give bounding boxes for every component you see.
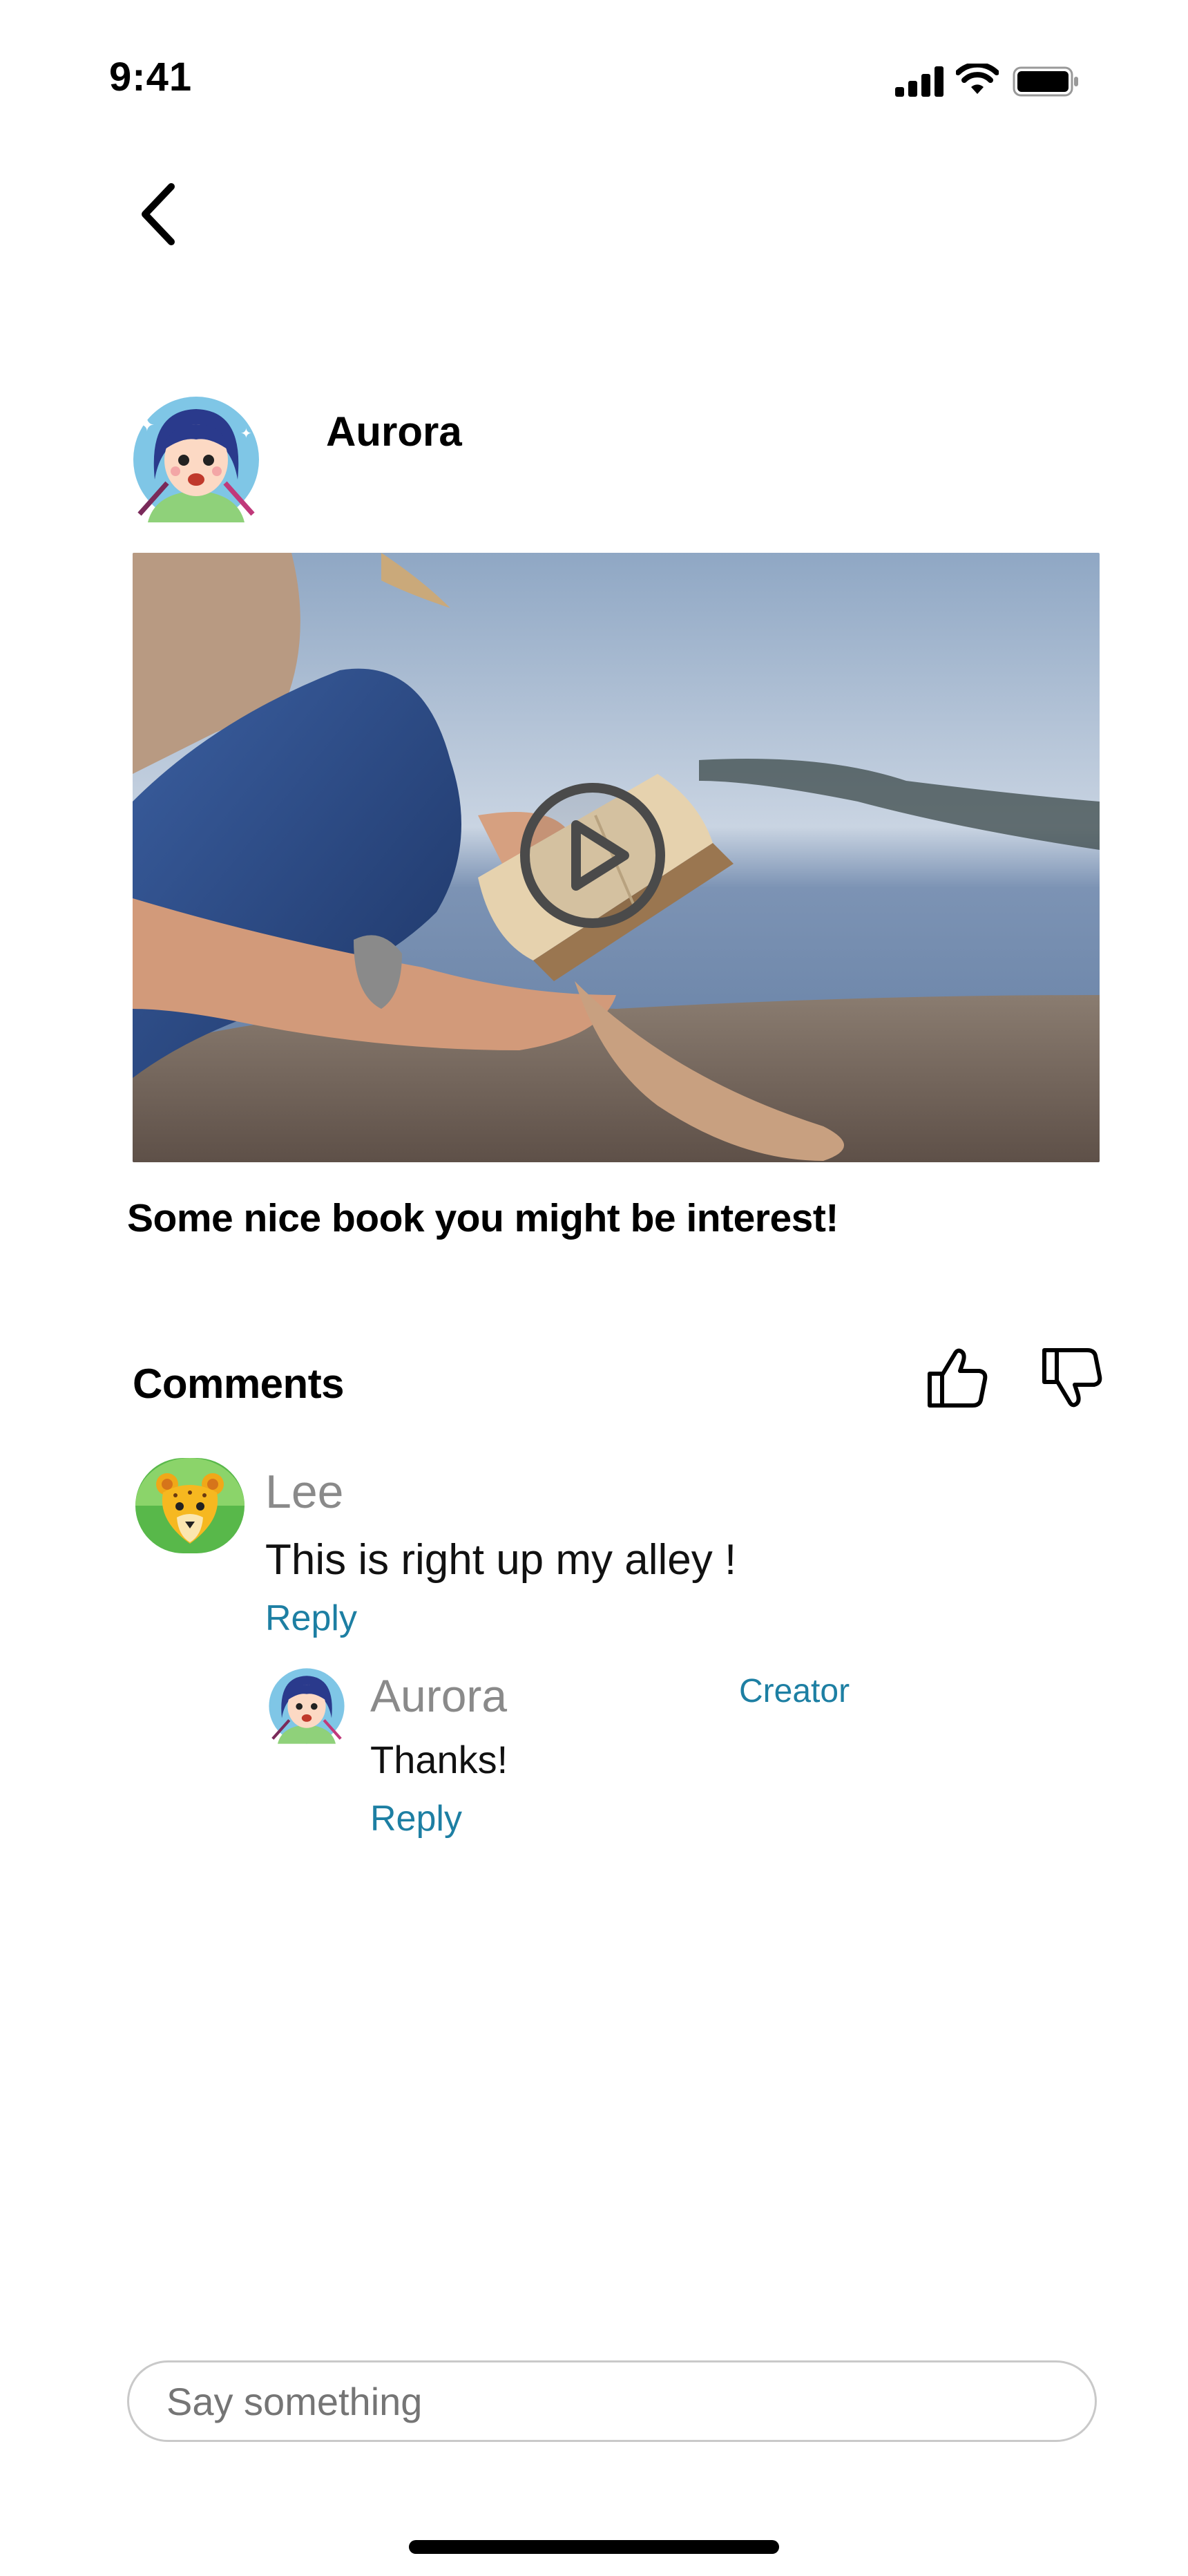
reply-author-avatar[interactable] [265, 1668, 348, 1744]
post-caption: Some nice book you might be interest! [127, 1196, 839, 1240]
reply-link[interactable]: Reply [265, 1598, 357, 1639]
svg-text:✦: ✦ [140, 415, 155, 436]
comments-title: Comments [133, 1361, 345, 1407]
status-time: 9:41 [109, 55, 193, 100]
back-button[interactable] [135, 181, 184, 247]
battery-icon [1013, 66, 1078, 97]
home-indicator [409, 2540, 779, 2554]
creator-badge: Creator [739, 1673, 850, 1710]
reply-link[interactable]: Reply [370, 1798, 462, 1839]
thumbs-up-icon[interactable] [924, 1345, 990, 1411]
commenter-avatar[interactable] [135, 1458, 245, 1553]
reply-author-name[interactable]: Aurora [370, 1669, 507, 1722]
svg-text:✦: ✦ [240, 425, 252, 442]
author-avatar[interactable]: ✦ ✦ [127, 397, 265, 522]
comment-input[interactable] [127, 2360, 1097, 2442]
comment-text: This is right up my alley ! [265, 1536, 737, 1584]
thumbs-down-icon[interactable] [1039, 1345, 1105, 1411]
signal-icon [895, 66, 943, 97]
post-author-name[interactable]: Aurora [326, 408, 462, 455]
wifi-icon [956, 64, 999, 94]
play-button[interactable] [518, 781, 667, 930]
commenter-name[interactable]: Lee [265, 1465, 343, 1519]
reply-text: Thanks! [370, 1738, 508, 1781]
